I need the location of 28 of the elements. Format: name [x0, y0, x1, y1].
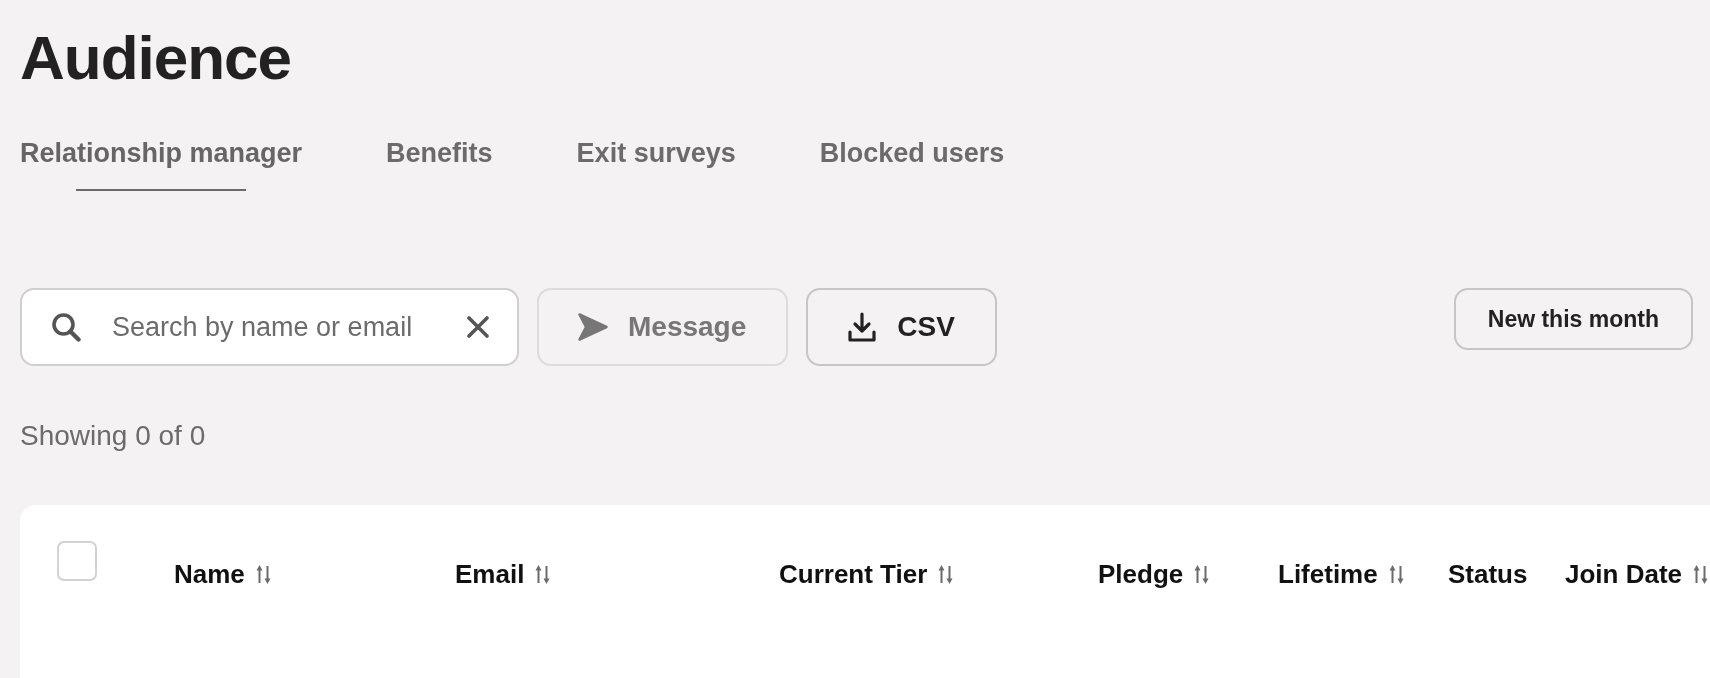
- column-header: Status: [1448, 558, 1528, 590]
- filter-button[interactable]: New this month: [1453, 288, 1693, 350]
- sort-icon: [1387, 564, 1405, 584]
- sort-icon: [1692, 564, 1710, 584]
- search-icon: [51, 312, 81, 342]
- results-count: Showing 0 of 0: [20, 420, 206, 451]
- column-header[interactable]: Email: [455, 558, 552, 590]
- search-field[interactable]: Search by name or email: [20, 288, 519, 366]
- column-header[interactable]: Lifetime: [1278, 558, 1405, 590]
- tab[interactable]: Exit surveys: [576, 138, 736, 191]
- tab[interactable]: Blocked users: [819, 138, 1005, 191]
- download-icon: [847, 312, 878, 342]
- clear-button[interactable]: [467, 316, 489, 338]
- page-title: Audience: [20, 23, 292, 93]
- sort-icon: [254, 564, 272, 584]
- column-header[interactable]: Current Tier: [779, 558, 955, 590]
- sort-icon: [1193, 564, 1211, 584]
- tab[interactable]: Relationship manager: [20, 138, 303, 191]
- column-header[interactable]: Name: [174, 558, 272, 590]
- send-icon: [578, 313, 608, 341]
- sort-icon: [937, 564, 955, 584]
- sort-icon: [534, 564, 552, 584]
- close-icon: [467, 316, 489, 338]
- tab[interactable]: Benefits: [386, 138, 493, 191]
- download-button[interactable]: CSV: [806, 288, 997, 366]
- column-header[interactable]: Join Date: [1565, 558, 1710, 590]
- column-header[interactable]: Pledge: [1098, 558, 1211, 590]
- select-all-checkbox[interactable]: [57, 541, 97, 581]
